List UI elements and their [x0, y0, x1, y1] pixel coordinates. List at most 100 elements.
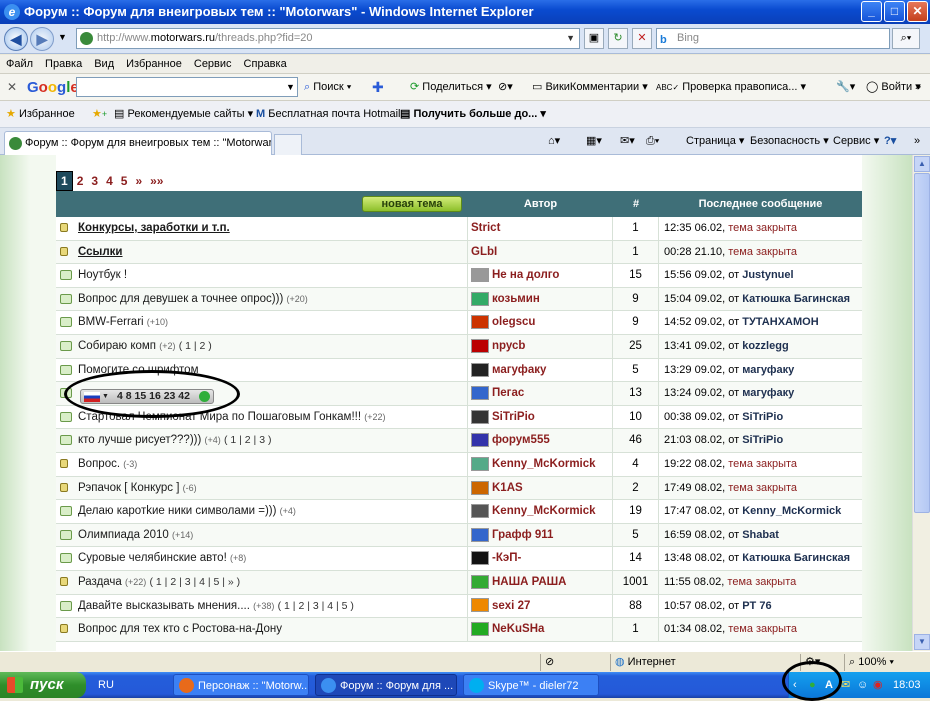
thread-author-cell[interactable]: Графф 911 — [468, 523, 613, 547]
page-last-link[interactable]: »» — [146, 172, 167, 190]
thread-author[interactable]: Пегас — [492, 387, 524, 399]
thread-title[interactable]: Конкурсы, заработки и т.п. — [78, 222, 230, 234]
url-dropdown-icon[interactable]: ▼ — [566, 29, 575, 48]
mail-icon[interactable]: ✉▾ — [620, 128, 635, 155]
start-button[interactable]: пуск — [0, 672, 86, 698]
thread-author-cell[interactable]: Kenny_McKormick — [468, 452, 613, 476]
table-row[interactable]: Ноутбук ! Не на долго 15 15:56 09.02, от Ju… — [56, 264, 862, 288]
thread-title-cell[interactable]: Олимпиада 2010 (+14) — [56, 523, 468, 547]
table-row[interactable]: Раздача (+22) ( 1 | 2 | 3 | 4 | 5 | » ) Н… — [56, 570, 862, 595]
google-search-button[interactable]: ⌕ Поиск ▾ — [304, 74, 351, 101]
thread-author[interactable]: olegscu — [492, 316, 535, 328]
thread-title-cell[interactable]: Вопрос для девушек а точнее опрос))) (+2… — [56, 287, 468, 311]
new-topic-button[interactable]: новая тема — [362, 196, 462, 212]
more-commands-icon[interactable]: » — [914, 128, 920, 155]
thread-title-cell[interactable]: Конкурсы, заработки и т.п. — [56, 217, 468, 240]
print-icon[interactable]: ⎙▾ — [646, 128, 659, 155]
page-menu[interactable]: Страница ▾ — [686, 128, 744, 155]
thread-author[interactable]: GLbI — [471, 246, 497, 258]
table-row[interactable]: Вопрос для тех кто с Ростова-на-Дону NeKu… — [56, 618, 862, 642]
table-row[interactable]: BMW-Ferrari (+10) olegscu 9 14:52 09.02, от… — [56, 311, 862, 335]
thread-title[interactable]: Вопрос. — [78, 458, 120, 470]
thread-author[interactable]: магуфаку — [492, 364, 546, 376]
thread-author[interactable]: НАША РАША — [492, 576, 567, 588]
last-message-author[interactable]: Катюшка Багинская — [742, 293, 850, 305]
last-message-author[interactable]: SiTriPio — [742, 434, 783, 446]
language-indicator[interactable]: RU — [98, 672, 114, 698]
thread-title-cell[interactable]: Ссылки — [56, 240, 468, 264]
page-link-2[interactable]: 2 — [73, 172, 88, 190]
wiki-comments-button[interactable]: ▭ ВикиКомментарии ▾ — [532, 74, 648, 101]
new-tab-button[interactable] — [274, 134, 302, 155]
thread-author[interactable]: NeKuSHa — [492, 623, 544, 635]
thread-author-cell[interactable]: магуфаку — [468, 358, 613, 382]
thread-title[interactable]: Ноутбук ! — [78, 269, 127, 281]
feeds-icon[interactable]: ▦▾ — [586, 128, 602, 155]
last-message-author[interactable]: SiTriPio — [742, 411, 783, 423]
thread-title[interactable]: Вопрос для девушек а точнее опрос))) — [78, 293, 283, 305]
maximize-button[interactable]: □ — [884, 1, 905, 22]
thread-author-cell[interactable]: Strict — [468, 217, 613, 240]
menu-edit[interactable]: Правка — [39, 55, 88, 74]
thread-author[interactable]: козьмин — [492, 293, 540, 305]
last-message-author[interactable]: Kenny_McKormick — [742, 505, 841, 517]
thread-title-cell[interactable]: Делаю каротkие ники символами =))) (+4) — [56, 500, 468, 523]
scroll-up-icon[interactable]: ▲ — [914, 156, 930, 172]
get-more-addons-link[interactable]: ▤ Получить больше до... ▾ — [400, 101, 546, 128]
thread-title[interactable]: Олимпиада 2010 — [78, 529, 169, 541]
thread-author-cell[interactable]: SiTriPio — [468, 405, 613, 429]
table-row[interactable]: Делаю каротkие ники символами =))) (+4) K… — [56, 500, 862, 524]
last-message-author[interactable]: Justynuel — [742, 269, 793, 281]
thread-title-cell[interactable]: Рэпачок [ Конкурс ] (-6) — [56, 476, 468, 500]
thread-pages[interactable]: ( 1 | 2 ) — [179, 340, 212, 352]
login-button[interactable]: ◯ Войти ▾ — [866, 74, 921, 101]
thread-pages[interactable]: ( 1 | 2 | 3 | 4 | 5 | » ) — [150, 576, 241, 588]
thread-title[interactable]: Раздача — [78, 576, 122, 588]
recommended-sites-link[interactable]: ▤ Рекомендуемые сайты ▾ — [114, 101, 253, 128]
thread-author[interactable]: Kenny_McKormick — [492, 458, 596, 470]
thread-author[interactable]: Strict — [471, 222, 500, 234]
security-menu[interactable]: Безопасность ▾ — [750, 128, 829, 155]
add-plus-icon[interactable]: ✚ — [372, 74, 384, 101]
back-button[interactable]: ◀ — [4, 27, 28, 51]
thread-title-cell[interactable]: Давайте высказывать мнения.... (+38) ( 1… — [56, 594, 468, 618]
close-button[interactable]: ✕ — [907, 1, 928, 22]
table-row[interactable]: Собираю комп (+2) ( 1 | 2 ) nрусb 25 13:41 … — [56, 334, 862, 359]
thread-author[interactable]: Kenny_McKormick — [492, 505, 596, 517]
thread-author[interactable]: форум555 — [492, 434, 550, 446]
url-input[interactable]: http://www.motorwars.ru/threads.php?fid=… — [76, 28, 580, 49]
table-row[interactable]: Суровые челябинские авто! (+8) -КэП- 14 13:… — [56, 547, 862, 571]
add-favorite-icon[interactable]: ★+ — [92, 101, 107, 128]
thread-author-cell[interactable]: nрусb — [468, 334, 613, 358]
last-message-author[interactable]: PT 76 — [742, 600, 771, 612]
thread-title-cell[interactable]: кто лучше рисует???))) (+4) ( 1 | 2 | 3 … — [56, 429, 468, 452]
thread-author-cell[interactable]: GLbI — [468, 240, 613, 264]
table-row[interactable]: Олимпиада 2010 (+14) Графф 911 5 16:59 08.0… — [56, 523, 862, 548]
taskbar-item-forum[interactable]: Форум :: Форум для ... — [315, 674, 457, 696]
thread-title[interactable]: Рэпачок [ Конкурс ] — [78, 482, 179, 494]
thread-title[interactable]: Суровые челябинские авто! — [78, 552, 227, 564]
last-message-author[interactable]: Shabat — [742, 529, 779, 541]
last-message-author[interactable]: магуфаку — [742, 387, 794, 399]
thread-title-cell[interactable]: Вопрос. (-3) — [56, 452, 468, 476]
thread-title[interactable]: Делаю каротkие ники символами =))) — [78, 505, 276, 517]
favorites-button[interactable]: ★ Избранное — [6, 101, 75, 128]
last-message-author[interactable]: ТУТАНХАМОН — [742, 316, 818, 328]
menu-file[interactable]: Файл — [0, 55, 39, 74]
last-message-author[interactable]: магуфаку — [742, 364, 794, 376]
thread-author-cell[interactable]: форум555 — [468, 429, 613, 452]
table-row[interactable]: Конкурсы, заработки и т.п. Strict 1 12:35 0… — [56, 217, 862, 241]
thread-author[interactable]: nрусb — [492, 340, 525, 352]
table-row[interactable]: Вопрос для девушек а точнее опрос))) (+2… — [56, 287, 862, 312]
table-row[interactable]: Вопрос. (-3) Kenny_McKormick 4 19:22 08.02,… — [56, 452, 862, 477]
thread-author[interactable]: K1AS — [492, 482, 523, 494]
close-toolbar-icon[interactable]: ✕ — [7, 74, 17, 101]
zoom-control[interactable]: ⌕ 100% ▾ — [844, 654, 924, 671]
thread-author-cell[interactable]: olegscu — [468, 311, 613, 334]
thread-title[interactable]: Вопрос для тех кто с Ростова-на-Дону — [78, 623, 282, 635]
wiki-blocker-icon[interactable]: ⊘▾ — [498, 74, 513, 101]
thread-pages[interactable]: ( 1 | 2 | 3 ) — [224, 434, 271, 446]
thread-author-cell[interactable]: козьмин — [468, 287, 613, 311]
page-link-4[interactable]: 4 — [102, 172, 117, 190]
thread-author-cell[interactable]: sexi 27 — [468, 594, 613, 618]
